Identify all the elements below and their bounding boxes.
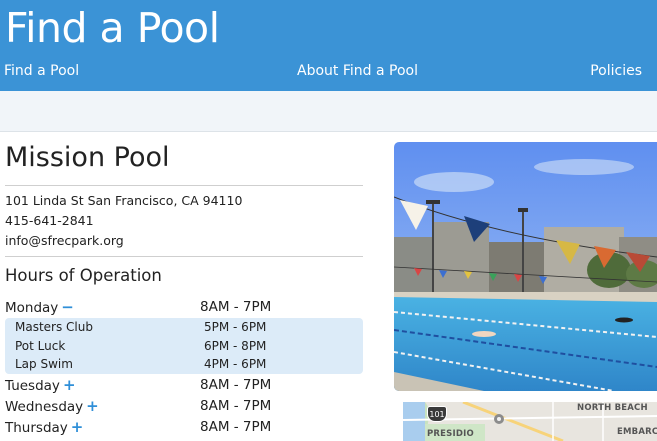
- activity-hours: 5PM - 6PM: [204, 320, 267, 334]
- day-name: Thursday: [5, 420, 68, 436]
- pool-email: info@sfrecpark.org: [5, 233, 124, 248]
- monday-activities-panel: Masters Club 5PM - 6PM Pot Luck 6PM - 8P…: [5, 318, 363, 374]
- day-name: Monday: [5, 300, 59, 316]
- day-hours: 8AM - 7PM: [200, 419, 272, 435]
- map-label-presidio: PRESIDIO: [427, 429, 474, 439]
- day-hours: 8AM - 7PM: [200, 398, 272, 414]
- day-hours: 8AM - 7PM: [200, 377, 272, 393]
- day-hours: 8AM - 7PM: [200, 299, 272, 315]
- nav-link-find-a-pool[interactable]: Find a Pool: [4, 62, 79, 80]
- map-label-north-beach: NORTH BEACH: [577, 403, 648, 413]
- nav-link-policies[interactable]: Policies: [590, 62, 642, 80]
- location-map[interactable]: 101 NORTH BEACH PRESIDIO EMBARCA: [403, 402, 657, 441]
- activity-name: Pot Luck: [15, 339, 66, 353]
- day-name: Wednesday: [5, 399, 84, 415]
- day-row-thursday[interactable]: Thursday + 8AM - 7PM: [5, 417, 363, 437]
- day-row-wednesday[interactable]: Wednesday + 8AM - 7PM: [5, 396, 363, 416]
- plus-icon[interactable]: +: [63, 375, 76, 395]
- pool-photo: [394, 142, 657, 391]
- plus-icon[interactable]: +: [86, 396, 99, 416]
- plus-icon[interactable]: +: [71, 417, 84, 437]
- day-label: Thursday +: [5, 417, 83, 438]
- activity-hours: 6PM - 8PM: [204, 339, 267, 353]
- map-label-embarcadero: EMBARCA: [617, 427, 657, 437]
- site-brand[interactable]: Find a Pool: [5, 4, 220, 52]
- day-label: Wednesday +: [5, 396, 99, 417]
- divider: [5, 256, 363, 257]
- sub-header-band: [0, 91, 657, 132]
- minus-icon[interactable]: −: [61, 297, 74, 317]
- activity-name: Masters Club: [15, 320, 93, 334]
- day-row-tuesday[interactable]: Tuesday + 8AM - 7PM: [5, 375, 363, 395]
- pool-address: 101 Linda St San Francisco, CA 94110: [5, 193, 243, 208]
- day-label: Tuesday +: [5, 375, 76, 396]
- highway-shield-icon: 101: [427, 406, 447, 422]
- hours-title: Hours of Operation: [5, 266, 162, 285]
- pool-title: Mission Pool: [5, 142, 170, 173]
- site-header: Find a Pool Find a Pool About Find a Poo…: [0, 0, 657, 91]
- activity-hours: 4PM - 6PM: [204, 357, 267, 371]
- activity-name: Lap Swim: [15, 357, 73, 371]
- day-row-monday[interactable]: Monday − 8AM - 7PM: [5, 297, 363, 317]
- nav-link-about[interactable]: About Find a Pool: [297, 62, 418, 80]
- day-label: Monday −: [5, 297, 74, 318]
- day-name: Tuesday: [5, 378, 60, 394]
- activity-row: Lap Swim 4PM - 6PM: [15, 355, 355, 373]
- activity-row: Pot Luck 6PM - 8PM: [15, 337, 355, 355]
- pool-phone: 415-641-2841: [5, 213, 94, 228]
- activity-row: Masters Club 5PM - 6PM: [15, 318, 355, 336]
- divider: [5, 185, 363, 186]
